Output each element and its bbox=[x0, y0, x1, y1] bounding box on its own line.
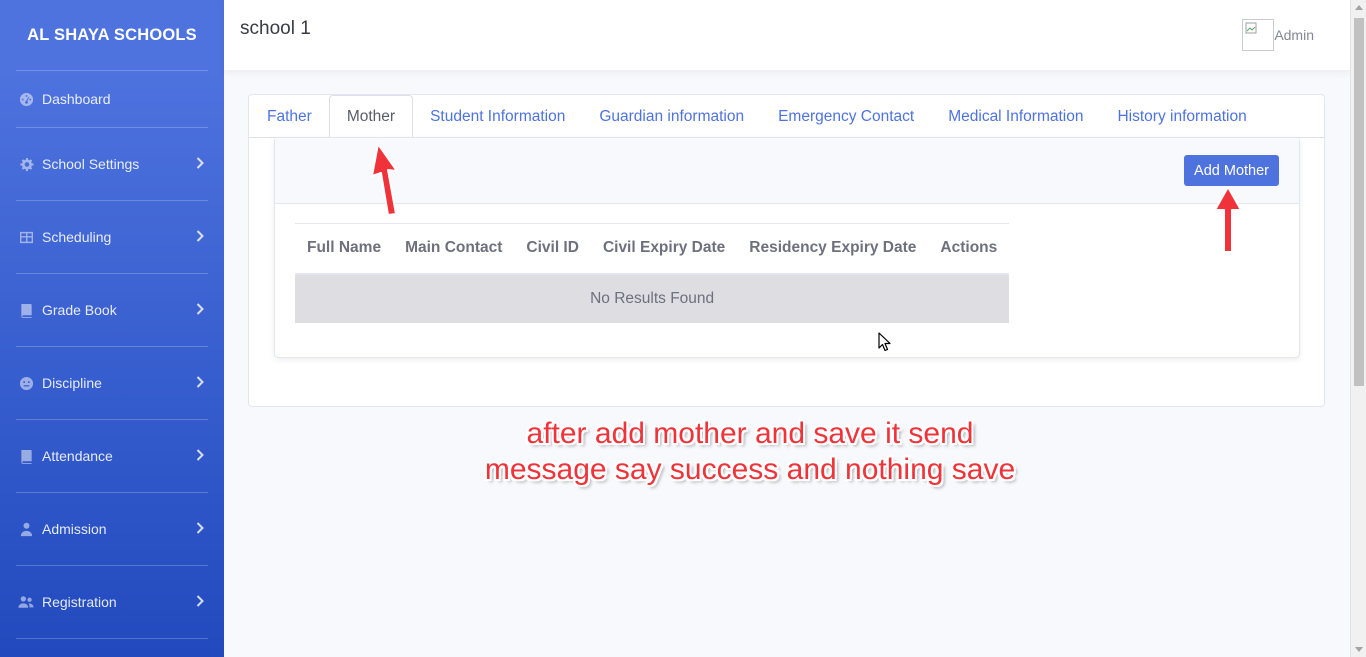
tab-guardian-information[interactable]: Guardian information bbox=[582, 95, 761, 138]
topbar: school 1 Admin bbox=[224, 0, 1350, 70]
sidebar-item-label: Attendance bbox=[42, 448, 113, 464]
chevron-right-icon bbox=[196, 156, 204, 172]
scroll-down-icon[interactable] bbox=[1355, 647, 1363, 652]
mother-table: Full Name Main Contact Civil ID Civil Ex… bbox=[295, 223, 1010, 323]
chevron-right-icon bbox=[196, 302, 204, 318]
sidebar-item-scheduling[interactable]: Scheduling bbox=[0, 201, 224, 273]
sidebar-item-label: Dashboard bbox=[42, 91, 111, 107]
sidebar-item-label: Discipline bbox=[42, 375, 102, 391]
tab-card: Father Mother Student Information Guardi… bbox=[248, 94, 1325, 407]
sidebar-item-registration[interactable]: Registration bbox=[0, 566, 224, 638]
column-header: Civil ID bbox=[514, 223, 591, 275]
sidebar-item-school-settings[interactable]: School Settings bbox=[0, 128, 224, 200]
sidebar-item-grade-book[interactable]: Grade Book bbox=[0, 274, 224, 346]
broken-image-icon bbox=[1245, 22, 1257, 34]
chevron-right-icon bbox=[196, 521, 204, 537]
tab-emergency-contact[interactable]: Emergency Contact bbox=[761, 95, 931, 138]
column-header: Actions bbox=[928, 223, 1010, 275]
avatar[interactable] bbox=[1242, 19, 1275, 51]
scrollbar-thumb[interactable] bbox=[1354, 18, 1364, 386]
tab-medical-information[interactable]: Medical Information bbox=[931, 95, 1100, 138]
sidebar-item-label: Registration bbox=[42, 594, 117, 610]
table-header-row: Full Name Main Contact Civil ID Civil Ex… bbox=[295, 223, 1010, 275]
user-menu[interactable]: Admin bbox=[1242, 19, 1314, 51]
sidebar-divider bbox=[16, 638, 208, 639]
column-header: Main Contact bbox=[393, 223, 515, 275]
sidebar: AL SHAYA SCHOOLS Dashboard School Settin… bbox=[0, 0, 224, 657]
scrollbar[interactable] bbox=[1350, 0, 1366, 657]
tab-father[interactable]: Father bbox=[250, 95, 329, 138]
tab-history-information[interactable]: History information bbox=[1100, 95, 1263, 138]
brand-title[interactable]: AL SHAYA SCHOOLS bbox=[0, 0, 224, 70]
users-icon bbox=[18, 594, 34, 610]
tab-student-information[interactable]: Student Information bbox=[413, 95, 582, 138]
annotation-line: message say success and nothing save bbox=[484, 453, 1016, 486]
user-icon bbox=[18, 521, 34, 537]
tab-mother[interactable]: Mother bbox=[328, 95, 414, 139]
sidebar-item-label: Scheduling bbox=[42, 229, 112, 245]
sidebar-item-label: Admission bbox=[42, 521, 107, 537]
chevron-right-icon bbox=[196, 594, 204, 610]
sidebar-item-admission[interactable]: Admission bbox=[0, 493, 224, 565]
mouse-cursor-icon bbox=[878, 332, 891, 352]
gear-icon bbox=[18, 156, 34, 172]
add-mother-button[interactable]: Add Mother bbox=[1184, 155, 1279, 186]
tab-bar: Father Mother Student Information Guardi… bbox=[249, 95, 1324, 139]
page-title: school 1 bbox=[240, 18, 311, 39]
table-row: No Results Found bbox=[295, 273, 1010, 323]
sidebar-item-label: School Settings bbox=[42, 156, 140, 172]
annotation-arrow-icon bbox=[371, 143, 398, 216]
annotation-arrow-icon bbox=[1214, 186, 1242, 253]
sidebar-item-attendance[interactable]: Attendance bbox=[0, 420, 224, 492]
mother-panel: Add Mother Full Name Main Contact Civil … bbox=[274, 137, 1300, 358]
chevron-right-icon bbox=[196, 375, 204, 391]
chevron-right-icon bbox=[196, 448, 204, 464]
book-icon bbox=[18, 302, 34, 318]
panel-header: Add Mother bbox=[275, 138, 1299, 204]
sidebar-item-label: Grade Book bbox=[42, 302, 117, 318]
column-header: Civil Expiry Date bbox=[590, 223, 738, 275]
column-header: Full Name bbox=[295, 223, 394, 275]
sidebar-item-discipline[interactable]: Discipline bbox=[0, 347, 224, 419]
annotation-line: after add mother and save it send bbox=[526, 417, 974, 450]
annotation-note: after add mother and save it send messag… bbox=[440, 416, 1060, 488]
dashboard-icon bbox=[18, 91, 34, 107]
empty-message: No Results Found bbox=[295, 273, 1010, 323]
scroll-up-icon[interactable] bbox=[1355, 5, 1363, 10]
face-icon bbox=[18, 375, 34, 391]
user-name[interactable]: Admin bbox=[1274, 27, 1314, 43]
table-icon bbox=[18, 229, 34, 245]
chevron-right-icon bbox=[196, 229, 204, 245]
book-icon bbox=[18, 448, 34, 464]
column-header: Residency Expiry Date bbox=[737, 223, 929, 275]
sidebar-item-dashboard[interactable]: Dashboard bbox=[0, 71, 224, 127]
